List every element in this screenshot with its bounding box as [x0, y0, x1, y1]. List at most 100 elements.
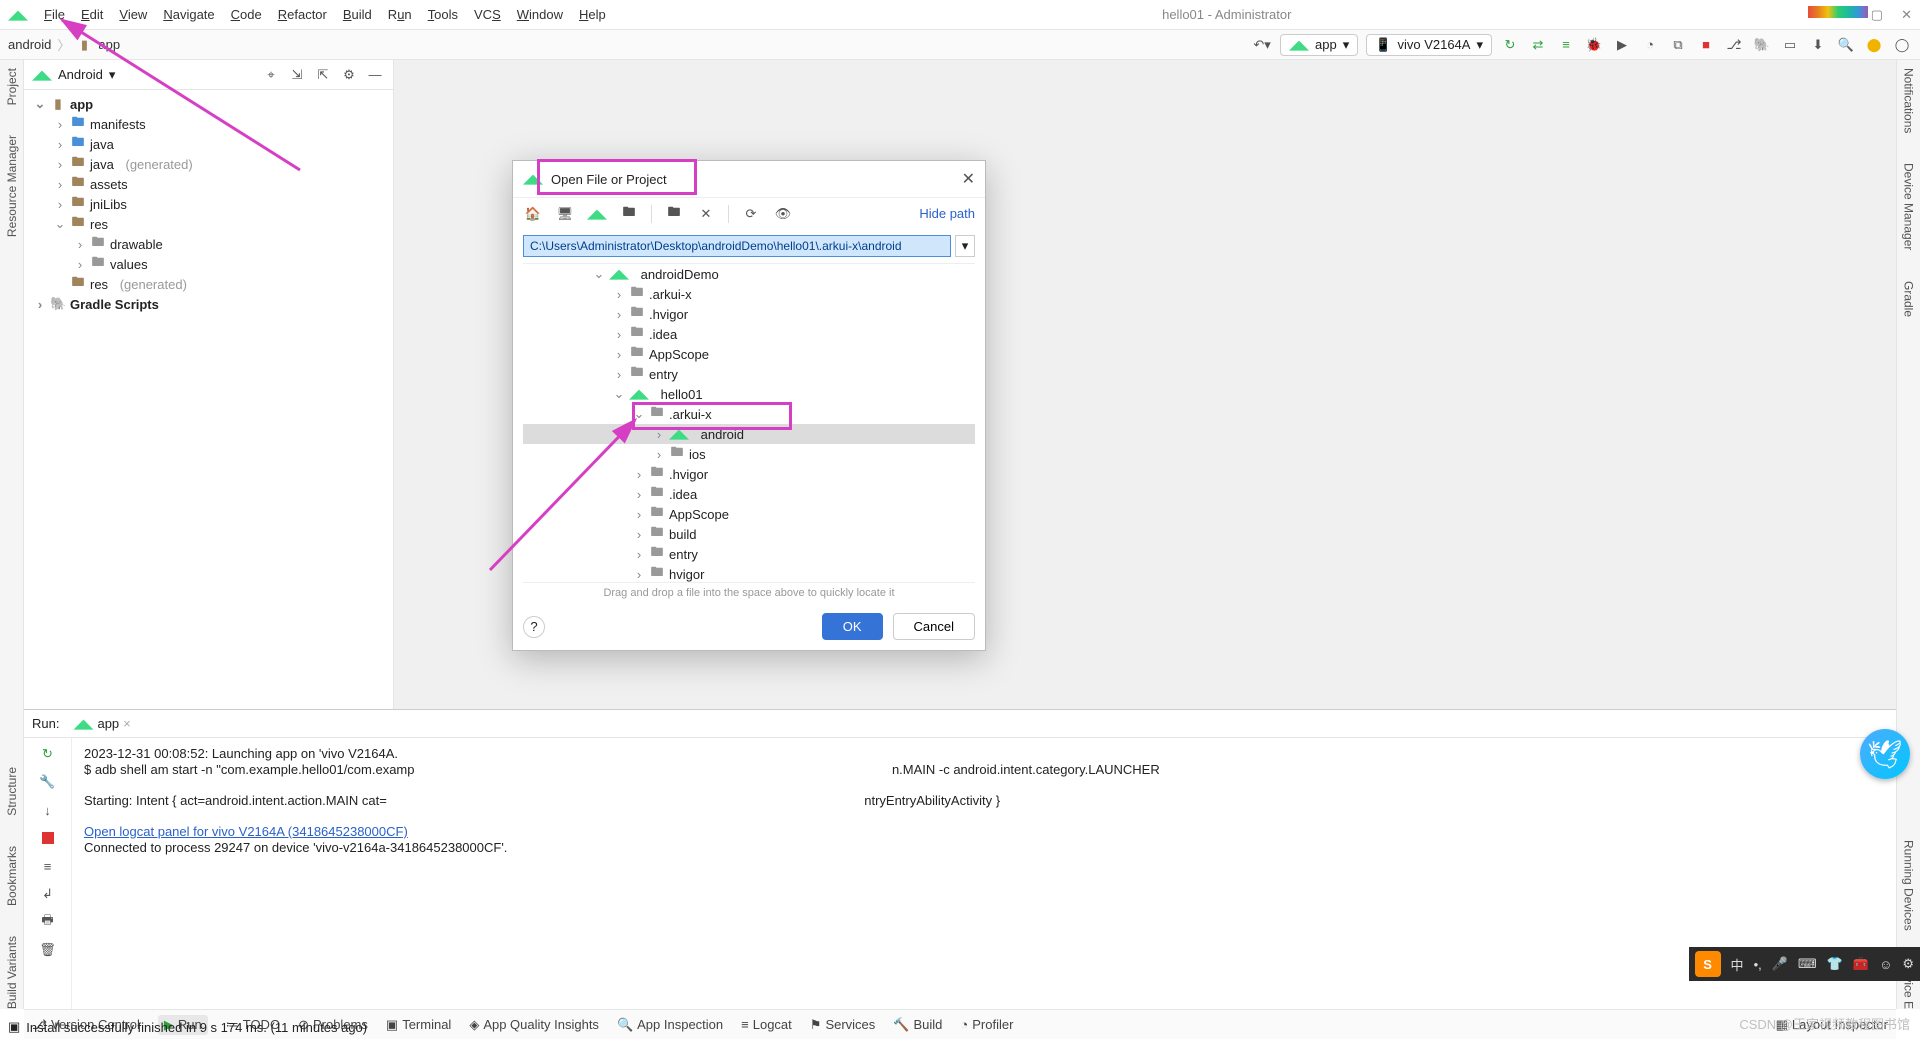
path-dropdown-icon[interactable]: ▾	[955, 235, 975, 257]
tab-build[interactable]: 🔨Build	[893, 1017, 942, 1033]
dialog-close-icon[interactable]: ✕	[962, 169, 975, 189]
tree-node-java[interactable]: java	[90, 137, 114, 152]
tree-node-res-gen[interactable]: res	[90, 277, 108, 292]
debug-icon[interactable]: 🐞	[1584, 35, 1604, 55]
hide-path-link[interactable]: Hide path	[919, 206, 975, 221]
menu-file[interactable]: File	[36, 1, 73, 29]
path-input[interactable]	[523, 235, 951, 257]
tab-terminal[interactable]: ▣Terminal	[386, 1017, 451, 1033]
refresh-icon[interactable]: ⟳	[741, 204, 761, 224]
print-icon[interactable]: 🖶	[38, 912, 58, 932]
tree-node-manifests[interactable]: manifests	[90, 117, 146, 132]
tab-profiler[interactable]: ◔Profiler	[960, 1017, 1013, 1032]
cancel-button[interactable]: Cancel	[893, 613, 975, 640]
account-icon[interactable]: ◯	[1892, 35, 1912, 55]
project-view-selector[interactable]: Android	[58, 67, 103, 82]
tab-logcat[interactable]: ≡Logcat	[741, 1017, 792, 1032]
sogou-ime-icon[interactable]: S	[1695, 951, 1721, 977]
tree-node-jnilibs[interactable]: jniLibs	[90, 197, 127, 212]
ime-lang-indicator[interactable]: 中	[1731, 955, 1744, 974]
run-icon[interactable]: ↻	[1500, 35, 1520, 55]
tree-node-drawable[interactable]: drawable	[110, 237, 163, 252]
tab-app-inspection[interactable]: 🔍App Inspection	[617, 1017, 723, 1033]
menu-edit[interactable]: Edit	[73, 1, 111, 29]
breadcrumb[interactable]: android 〉 ▮ app	[8, 35, 120, 54]
ime-face-icon[interactable]: ☺	[1879, 957, 1892, 972]
home-icon[interactable]: 🏠	[523, 204, 543, 224]
menu-build[interactable]: Build	[335, 1, 380, 29]
expand-all-icon[interactable]: ⇲	[287, 65, 307, 85]
left-tab-resource-manager[interactable]: Resource Manager	[5, 135, 19, 237]
ime-punct-icon[interactable]: •,	[1754, 957, 1762, 972]
right-tab-device-manager[interactable]: Device Manager	[1902, 163, 1916, 250]
menu-window[interactable]: Window	[509, 1, 571, 29]
desktop-icon[interactable]: 🖥	[555, 204, 575, 224]
profile-icon[interactable]: ◔	[1640, 35, 1660, 55]
layout-icon[interactable]: ≡	[38, 856, 58, 876]
maximize-icon[interactable]: ▢	[1871, 7, 1883, 23]
tree-node-java-gen[interactable]: java	[90, 157, 114, 172]
menu-run[interactable]: Run	[380, 1, 420, 29]
tab-app-quality[interactable]: ◈App Quality Insights	[469, 1017, 599, 1033]
attach-debugger-icon[interactable]: ⧉	[1668, 35, 1688, 55]
menu-help[interactable]: Help	[571, 1, 614, 29]
left-tab-build-variants[interactable]: Build Variants	[5, 936, 19, 1009]
chevron-down-icon[interactable]: ▾	[109, 67, 116, 83]
tree-node-gradle-scripts[interactable]: Gradle Scripts	[70, 297, 159, 312]
sdk-manager-icon[interactable]: ⬇	[1808, 35, 1828, 55]
trash-icon[interactable]: 🗑	[38, 940, 58, 960]
close-tab-icon[interactable]: ×	[123, 716, 131, 731]
apply-changes-icon[interactable]: ⇄	[1528, 35, 1548, 55]
git-branch-icon[interactable]: ⎇	[1724, 35, 1744, 55]
select-opened-file-icon[interactable]: ⌖	[261, 65, 281, 85]
menu-vcs[interactable]: VCS	[466, 1, 509, 29]
avd-manager-icon[interactable]: ▭	[1780, 35, 1800, 55]
hide-pane-icon[interactable]: —	[365, 65, 385, 85]
menu-navigate[interactable]: Navigate	[155, 1, 222, 29]
left-tab-bookmarks[interactable]: Bookmarks	[5, 846, 19, 906]
tree-node-values[interactable]: values	[110, 257, 148, 272]
device-selector[interactable]: 📱 vivo V2164A ▾	[1366, 34, 1492, 56]
new-folder-icon[interactable]: 🖿	[664, 204, 684, 224]
coverage-icon[interactable]: ▶	[1612, 35, 1632, 55]
tab-services[interactable]: ⚑Services	[810, 1017, 876, 1033]
run-tab-app[interactable]: ◢◣ app ×	[67, 716, 136, 732]
bird-assistant-icon[interactable]: 🕊	[1860, 729, 1910, 779]
menu-view[interactable]: View	[111, 1, 155, 29]
right-tab-running-devices[interactable]: Running Devices	[1902, 840, 1916, 931]
sync-gradle-icon[interactable]: 🐘	[1752, 35, 1772, 55]
run-config-selector[interactable]: ◢◣ app ▾	[1280, 34, 1358, 56]
rerun-icon[interactable]: ↻	[38, 744, 58, 764]
tree-node-app[interactable]: app	[70, 97, 93, 112]
run-settings-icon[interactable]: 🔧	[38, 772, 58, 792]
search-everywhere-icon[interactable]: 🔍	[1836, 35, 1856, 55]
stop-icon[interactable]	[38, 828, 58, 848]
dialog-file-tree[interactable]: ⌄◢◣ androidDemo ›🖿.arkui-x ›🖿.hvigor ›🖿.…	[523, 263, 975, 583]
menu-code[interactable]: Code	[223, 1, 270, 29]
ime-settings-icon[interactable]: ⚙	[1902, 956, 1914, 972]
stop-icon[interactable]: ■	[1696, 35, 1716, 55]
left-tab-project[interactable]: Project	[5, 68, 19, 105]
ime-mic-icon[interactable]: 🎤	[1772, 956, 1788, 972]
left-tab-structure[interactable]: Structure	[5, 767, 19, 816]
ime-skin-icon[interactable]: 👕	[1827, 956, 1843, 972]
menu-refactor[interactable]: Refactor	[270, 1, 335, 29]
close-icon[interactable]: ✕	[1901, 7, 1912, 23]
ime-keyboard-icon[interactable]: ⌨	[1798, 956, 1817, 972]
run-output[interactable]: 2023-12-31 00:08:52: Launching app on 'v…	[72, 738, 1896, 1009]
show-hidden-icon[interactable]: 👁	[773, 204, 793, 224]
ide-updates-icon[interactable]: ⬤	[1864, 35, 1884, 55]
tree-node-res[interactable]: res	[90, 217, 108, 232]
ime-toolbox-icon[interactable]: 🧰	[1853, 956, 1869, 972]
delete-icon[interactable]: ✕	[696, 204, 716, 224]
apply-code-icon[interactable]: ≡	[1556, 35, 1576, 55]
ok-button[interactable]: OK	[822, 613, 883, 640]
back-arrow-icon[interactable]: ↶▾	[1252, 35, 1272, 55]
menu-tools[interactable]: Tools	[420, 1, 466, 29]
right-tab-notifications[interactable]: Notifications	[1902, 68, 1916, 133]
project-icon[interactable]: ◢◣	[587, 204, 607, 224]
soft-wrap-icon[interactable]: ↲	[38, 884, 58, 904]
pane-settings-icon[interactable]: ⚙	[339, 65, 359, 85]
collapse-all-icon[interactable]: ⇱	[313, 65, 333, 85]
open-logcat-link[interactable]: Open logcat panel for vivo V2164A (34186…	[84, 824, 408, 839]
